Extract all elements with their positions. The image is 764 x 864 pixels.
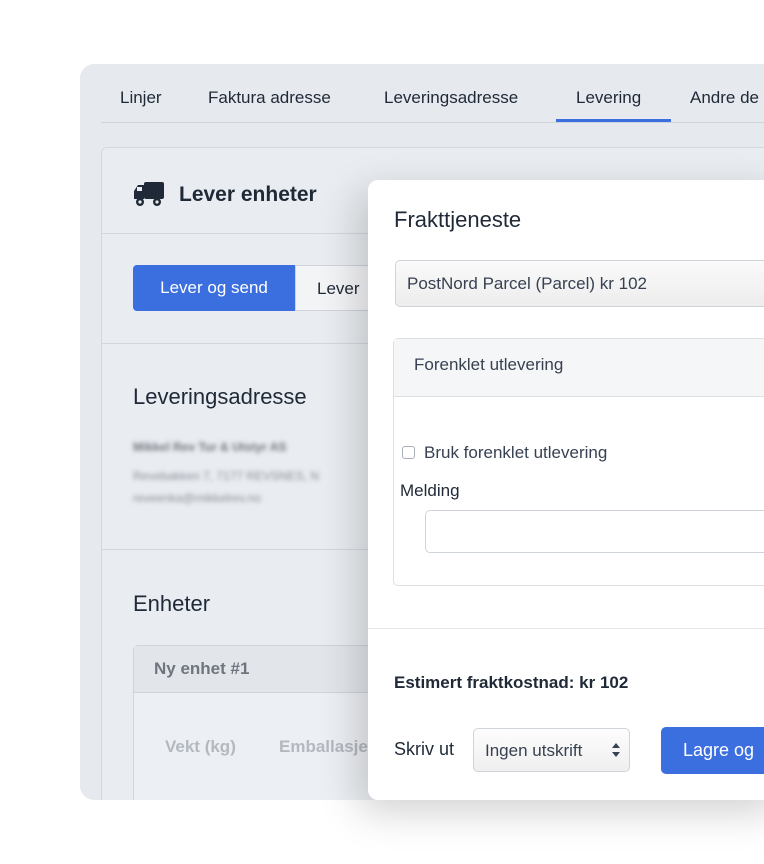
packaging-column-label: Emballasje	[279, 737, 368, 756]
print-select[interactable]: Ingen utskrift	[473, 728, 630, 772]
tab-andre[interactable]: Andre de	[690, 88, 759, 108]
save-button[interactable]: Lagre og	[661, 727, 764, 774]
deliver-and-send-button[interactable]: Lever og send	[133, 265, 295, 311]
shipping-service-select[interactable]: PostNord Parcel (Parcel) kr 102	[395, 260, 764, 307]
active-tab-indicator	[556, 119, 671, 122]
tab-leveringsadresse[interactable]: Leveringsadresse	[384, 88, 518, 108]
address-title: Leveringsadresse	[133, 384, 307, 409]
shipping-service-modal: Frakttjeneste PostNord Parcel (Parcel) k…	[368, 180, 764, 800]
tab-linjer[interactable]: Linjer	[120, 88, 162, 108]
units-title: Enheter	[133, 591, 211, 616]
tab-bar: Linjer Faktura adresse Leveringsadresse …	[101, 64, 764, 123]
print-select-value: Ingen utskrift	[485, 741, 583, 760]
address-email: reveenka@mikkelrev.no	[133, 491, 262, 505]
divider	[368, 628, 764, 629]
panel-title: Forenklet utlevering	[414, 355, 564, 374]
tab-levering[interactable]: Levering	[576, 88, 641, 108]
message-input[interactable]	[425, 510, 764, 553]
truck-icon	[134, 182, 164, 206]
panel-header: Forenklet utlevering	[394, 339, 764, 397]
select-arrows-icon	[612, 743, 620, 757]
simplified-delivery-checkbox-label[interactable]: Bruk forenklet utlevering	[424, 443, 607, 463]
shipping-estimate: Estimert fraktkostnad: kr 102	[394, 673, 629, 692]
print-label: Skriv ut	[394, 739, 455, 759]
tab-faktura-adresse[interactable]: Faktura adresse	[208, 88, 331, 108]
unit-title: Ny enhet #1	[154, 659, 250, 678]
message-label: Melding	[400, 481, 460, 500]
address-street: Revebakken 7, 7177 REVSNES, N	[133, 469, 320, 483]
weight-column-label: Vekt (kg)	[165, 737, 236, 756]
address-name: Mikkel Rev Tur & Utstyr AS	[133, 440, 287, 454]
modal-title: Frakttjeneste	[394, 207, 522, 232]
simplified-delivery-checkbox[interactable]	[402, 446, 415, 459]
card-title: Lever enheter	[179, 183, 317, 206]
